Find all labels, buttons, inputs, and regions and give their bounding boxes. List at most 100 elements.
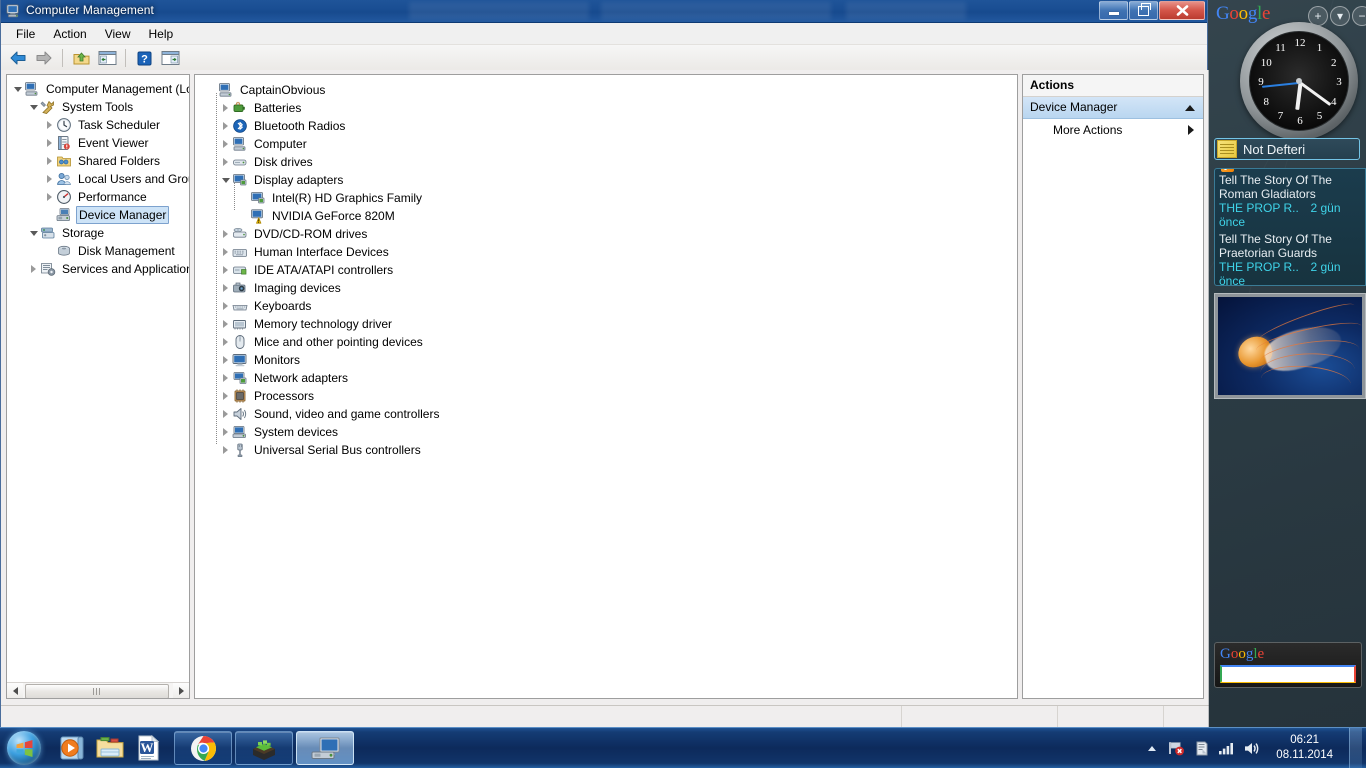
device-tree-item[interactable]: Processors [205,387,1017,405]
expand-arrow-icon[interactable] [219,153,232,171]
expand-arrow-icon[interactable] [219,333,232,351]
expand-arrow-icon[interactable] [219,405,232,423]
console-tree-item[interactable]: Performance [11,188,189,206]
minecraft-task-button[interactable] [235,731,293,765]
expand-arrow-icon[interactable] [219,135,232,153]
device-tree-item[interactable]: System devices [205,423,1017,441]
scroll-right-button[interactable] [173,683,189,698]
expand-arrow-icon[interactable] [219,243,232,261]
device-tree-root[interactable]: CaptainObvious [205,81,1017,99]
google-search-gadget[interactable]: Google [1214,642,1362,688]
expand-arrow-icon[interactable] [219,297,232,315]
close-button[interactable] [1159,1,1205,20]
rss-feed-item[interactable]: Tell The Story Of The Roman Gladiators T… [1219,173,1361,229]
google-chrome-task-button[interactable] [174,731,232,765]
forward-button[interactable] [32,47,56,69]
action-more-actions[interactable]: More Actions [1023,119,1203,141]
expand-arrow-icon[interactable] [43,134,56,152]
scroll-track[interactable] [23,683,173,698]
up-folder-button[interactable] [69,47,93,69]
clock-gadget[interactable]: 12 1 2 3 4 5 6 7 8 9 10 11 [1240,22,1358,140]
google-search-input[interactable] [1222,668,1354,682]
device-tree-item[interactable]: NVIDIA GeForce 820M [205,207,1017,225]
actions-group-device-manager[interactable]: Device Manager [1023,97,1203,119]
show-hide-tree-button[interactable] [95,47,119,69]
collapse-arrow-icon[interactable] [219,171,232,189]
device-tree-item[interactable]: Batteries [205,99,1017,117]
expand-arrow-icon[interactable] [219,117,232,135]
menu-file[interactable]: File [7,25,44,43]
minimize-button[interactable] [1099,1,1128,20]
device-tree-item[interactable]: Universal Serial Bus controllers [205,441,1017,459]
network-error-icon[interactable] [1168,740,1185,757]
console-tree-item[interactable]: Disk Management [11,242,189,260]
show-hidden-icons-button[interactable] [1143,740,1160,757]
collapse-arrow-icon[interactable] [27,98,40,116]
expand-arrow-icon[interactable] [219,441,232,459]
collapse-arrow-icon[interactable] [11,80,24,98]
sidebar-close-button[interactable]: − [1352,6,1366,26]
expand-arrow-icon[interactable] [43,170,56,188]
console-tree-item[interactable]: Computer Management (Local [11,80,189,98]
console-tree-item[interactable]: Event Viewer [11,134,189,152]
console-tree-item[interactable]: Local Users and Groups [11,170,189,188]
expand-arrow-icon[interactable] [219,279,232,297]
expand-arrow-icon[interactable] [43,116,56,134]
windows-media-player-button[interactable] [54,731,90,765]
scroll-thumb[interactable] [25,684,169,698]
device-tree-item[interactable]: Imaging devices [205,279,1017,297]
help-button[interactable]: ? [132,47,156,69]
device-tree-item[interactable]: Sound, video and game controllers [205,405,1017,423]
console-tree-hscrollbar[interactable] [7,682,189,698]
show-desktop-button[interactable] [1349,728,1362,768]
taskbar-clock[interactable]: 06:21 08.11.2014 [1268,733,1341,763]
device-tree-item[interactable]: Memory technology driver [205,315,1017,333]
expand-arrow-icon[interactable] [219,99,232,117]
start-button[interactable] [0,729,48,767]
expand-arrow-icon[interactable] [43,188,56,206]
properties-button[interactable] [158,47,182,69]
device-tree-item[interactable]: Monitors [205,351,1017,369]
windows-explorer-button[interactable] [92,731,128,765]
device-tree-item[interactable]: Human Interface Devices [205,243,1017,261]
signal-icon[interactable] [1218,740,1235,757]
microsoft-word-button[interactable]: W [130,731,166,765]
device-tree-item[interactable]: Mice and other pointing devices [205,333,1017,351]
scroll-left-button[interactable] [7,683,23,698]
device-tree-item[interactable]: Keyboards [205,297,1017,315]
computer-management-task-button[interactable] [296,731,354,765]
google-search-box[interactable] [1220,665,1356,683]
menu-view[interactable]: View [96,25,140,43]
device-tree-item[interactable]: Intel(R) HD Graphics Family [205,189,1017,207]
expand-arrow-icon[interactable] [219,387,232,405]
menu-action[interactable]: Action [44,25,95,43]
device-tree-item[interactable]: Display adapters [205,171,1017,189]
expand-arrow-icon[interactable] [219,369,232,387]
rss-feed-gadget[interactable]: Tell The Story Of The Roman Gladiators T… [1214,168,1366,286]
device-tree-item[interactable]: DVD/CD-ROM drives [205,225,1017,243]
expand-arrow-icon[interactable] [27,260,40,278]
console-tree-item[interactable]: Services and Applications [11,260,189,278]
console-tree-item[interactable]: Task Scheduler [11,116,189,134]
action-center-icon[interactable] [1193,740,1210,757]
menu-help[interactable]: Help [140,25,183,43]
console-tree-item[interactable]: Shared Folders [11,152,189,170]
device-tree-item[interactable]: Network adapters [205,369,1017,387]
expand-arrow-icon[interactable] [43,152,56,170]
device-tree-item[interactable]: IDE ATA/ATAPI controllers [205,261,1017,279]
back-button[interactable] [6,47,30,69]
expand-arrow-icon[interactable] [219,423,232,441]
expand-arrow-icon[interactable] [219,261,232,279]
rss-feed-item[interactable]: Tell The Story Of The Praetorian Guards … [1219,232,1361,285]
volume-icon[interactable] [1243,740,1260,757]
expand-arrow-icon[interactable] [219,225,232,243]
console-tree-item[interactable]: System Tools [11,98,189,116]
device-tree-item[interactable]: Computer [205,135,1017,153]
notes-gadget[interactable]: Not Defteri [1214,138,1360,160]
restore-button[interactable] [1129,1,1158,20]
device-tree-item[interactable]: Bluetooth Radios [205,117,1017,135]
picture-gadget[interactable] [1214,293,1366,399]
expand-arrow-icon[interactable] [219,315,232,333]
console-tree-item[interactable]: Device Manager [11,206,189,224]
device-tree-item[interactable]: Disk drives [205,153,1017,171]
